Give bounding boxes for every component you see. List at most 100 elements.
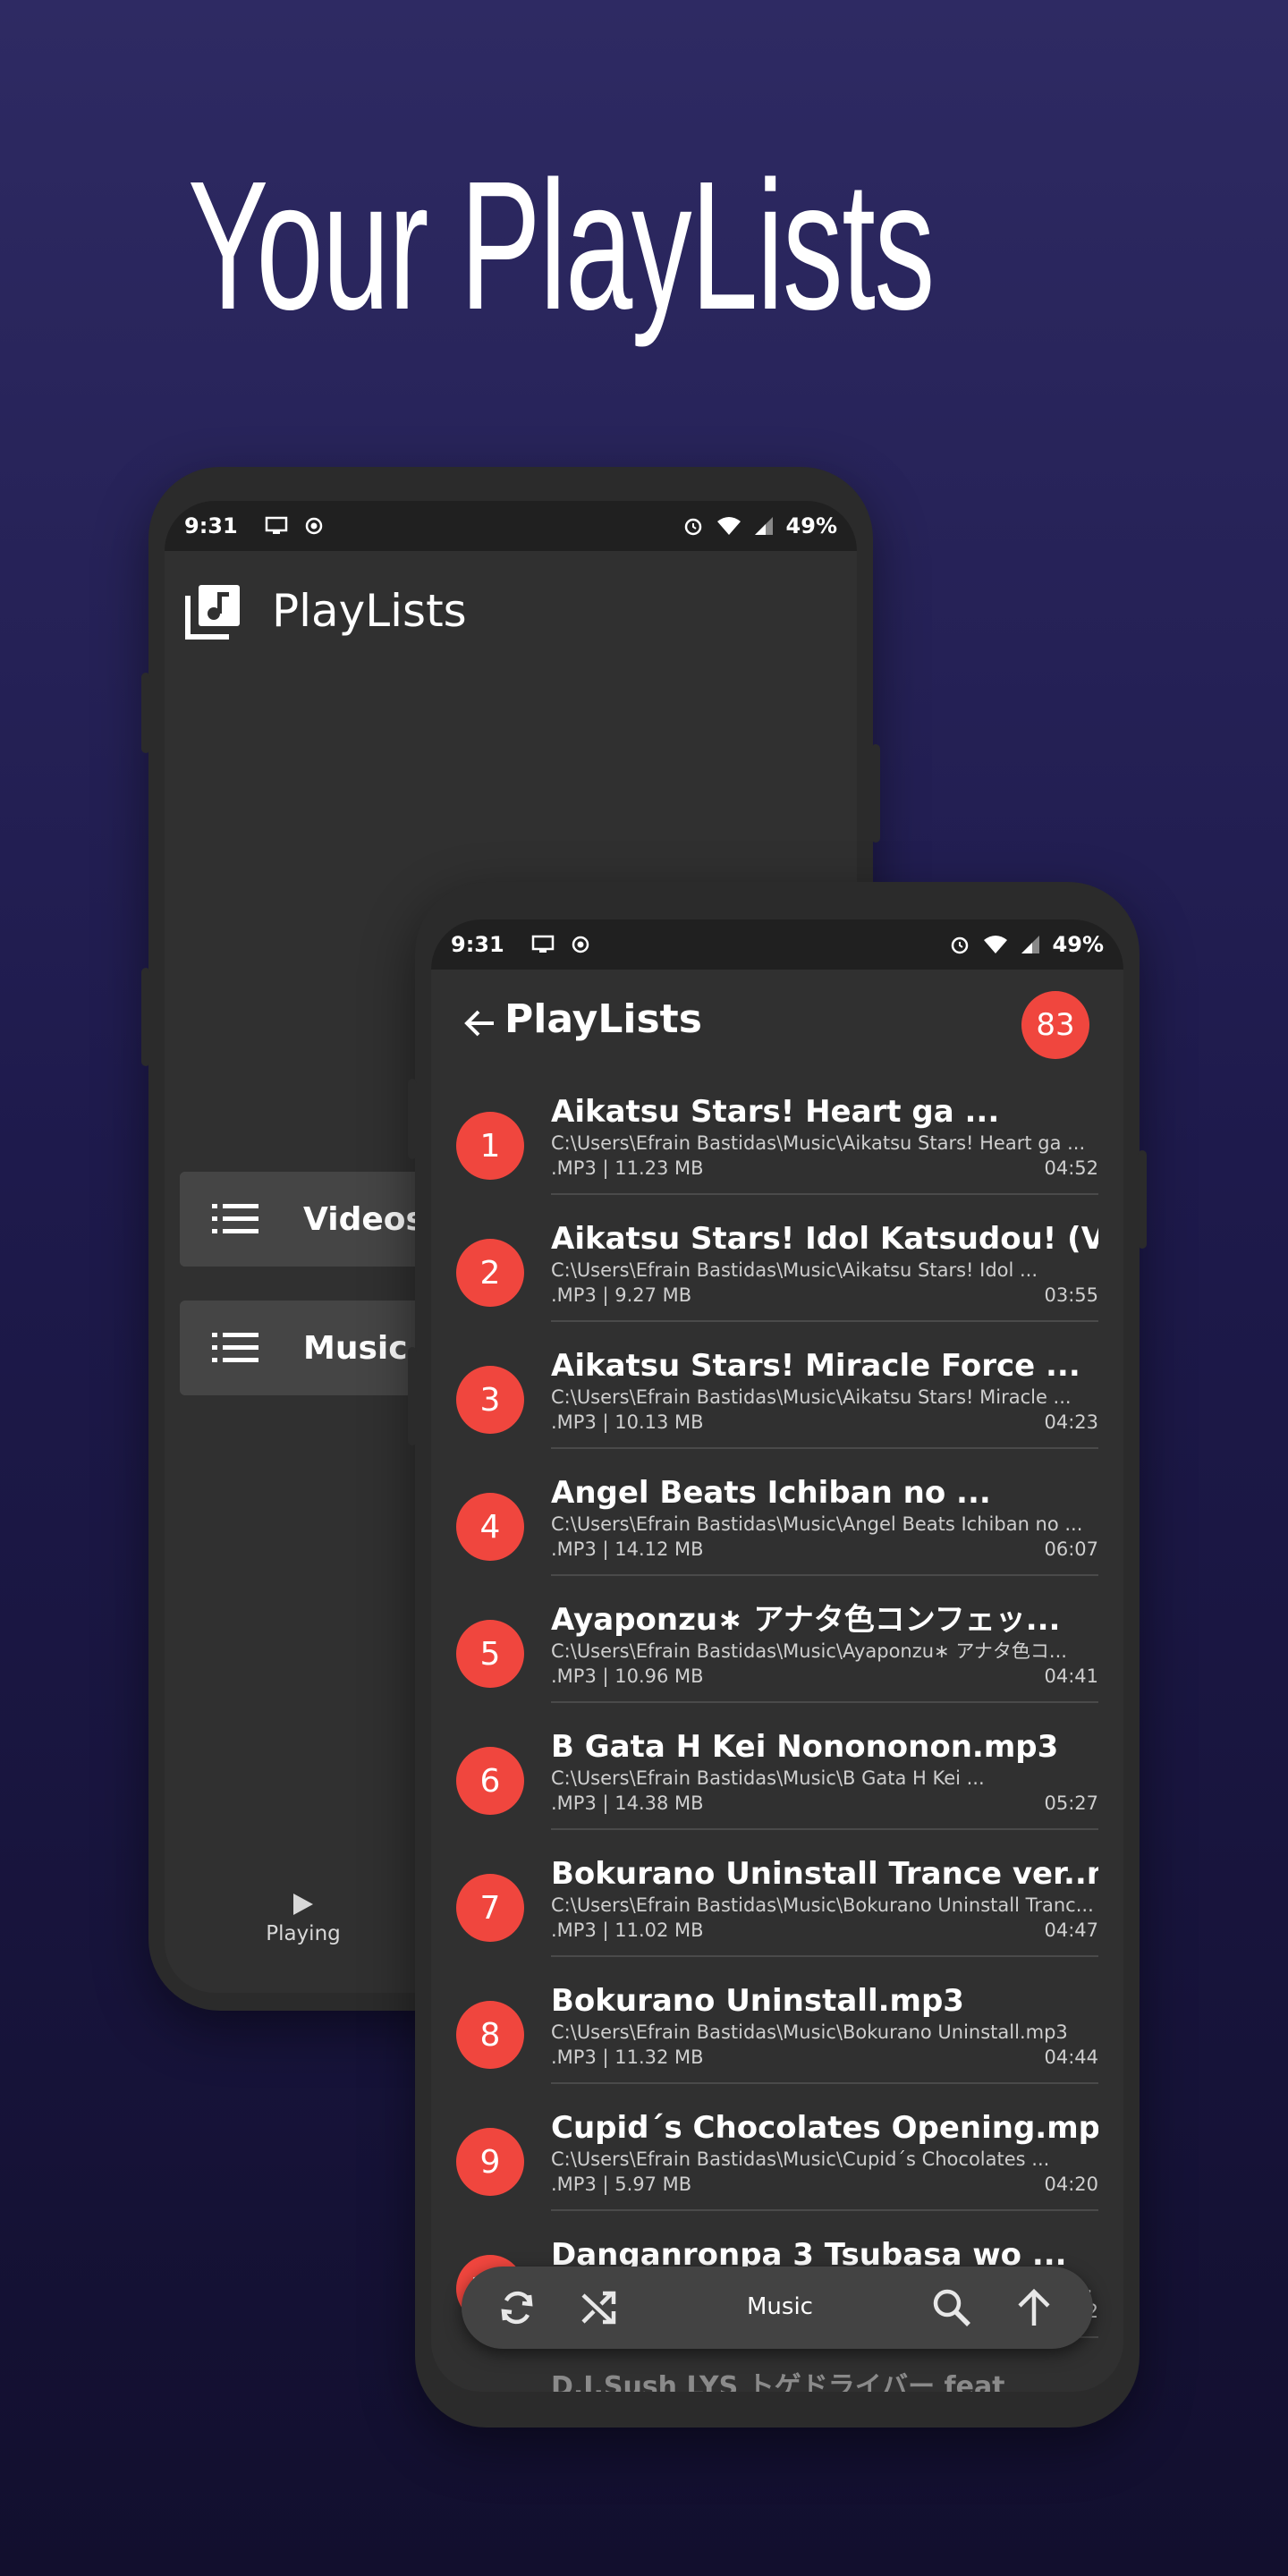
- track-row[interactable]: 2 Aikatsu Stars! Idol Katsudou! (Ver...C:…: [431, 1208, 1123, 1335]
- track-info: B Gata H Kei Nonononon.mp3 C:\Users\Efrai…: [551, 1728, 1098, 1830]
- phone-side-button: [141, 968, 150, 1066]
- page-headline: Your PlayLists: [188, 143, 935, 348]
- track-title: Cupid´s Chocolates Opening.mp3: [551, 2110, 1098, 2146]
- signal-icon: [754, 517, 773, 535]
- track-row[interactable]: 9 Cupid´s Chocolates Opening.mp3 C:\Users\…: [431, 2097, 1123, 2224]
- track-duration: 04:47: [1044, 1919, 1098, 1941]
- list-icon: [212, 1333, 258, 1362]
- bottom-nav-playing[interactable]: Playing: [236, 1892, 370, 1945]
- track-title: Aikatsu Stars! Idol Katsudou! (Ver...: [551, 1221, 1098, 1257]
- track-title: B Gata H Kei Nonononon.mp3: [551, 1729, 1059, 1765]
- track-meta: .MP3 | 11.23 MB 04:52: [551, 1156, 1098, 1181]
- repeat-icon[interactable]: [494, 2284, 540, 2331]
- phone-side-button: [408, 1079, 417, 1159]
- phone-side-button: [871, 744, 880, 843]
- track-path: C:\Users\Efrain Bastidas\Music\B Gata H …: [551, 1767, 985, 1789]
- track-duration: 04:41: [1044, 1665, 1098, 1687]
- track-format-size: .MP3 | 14.38 MB: [551, 1792, 704, 1814]
- search-icon[interactable]: [928, 2284, 975, 2331]
- player-control-bar: Music: [462, 2267, 1093, 2349]
- track-duration: 05:27: [1044, 1792, 1098, 1814]
- track-format-size: .MP3 | 11.32 MB: [551, 2046, 704, 2068]
- play-icon: [293, 1894, 313, 1915]
- track-info: Aikatsu Stars! Miracle Force ... C:\Users…: [551, 1347, 1098, 1449]
- track-meta: .MP3 | 10.96 MB 04:41: [551, 1664, 1098, 1689]
- track-path: C:\Users\Efrain Bastidas\Music\Aikatsu S…: [551, 1132, 1086, 1154]
- record-icon: [305, 517, 322, 535]
- track-format-size: .MP3 | 11.02 MB: [551, 1919, 704, 1941]
- track-info: Aikatsu Stars! Heart ga ... C:\Users\Efra…: [551, 1093, 1098, 1195]
- track-path: C:\Users\Efrain Bastidas\Music\Bokurano …: [551, 1894, 1094, 1916]
- track-row[interactable]: 8 Bokurano Uninstall.mp3 C:\Users\Efrain B…: [431, 1970, 1123, 2097]
- track-row[interactable]: 1 Aikatsu Stars! Heart ga ... C:\Users\Efr…: [431, 1080, 1123, 1208]
- track-row[interactable]: 5 Ayaponzu∗ アナタ色コンフェッ... C:\Users\Efrain B…: [431, 1589, 1123, 1716]
- record-icon: [572, 936, 589, 953]
- track-path: C:\Users\Efrain Bastidas\Music\Cupid´s C…: [551, 2148, 1050, 2170]
- track-title: Angel Beats Ichiban no ...: [551, 1475, 991, 1511]
- status-bar: 9:31 49%: [165, 501, 857, 551]
- track-title: Bokurano Uninstall Trance ver..mp3: [551, 1856, 1098, 1892]
- app-header: PlayLists 83: [431, 970, 1123, 1080]
- track-number-badge: 4: [456, 1493, 524, 1561]
- phone-side-button: [1138, 1150, 1147, 1249]
- alarm-icon: [684, 518, 701, 536]
- track-row[interactable]: 3 Aikatsu Stars! Miracle Force ... C:\User…: [431, 1335, 1123, 1462]
- track-duration: 06:07: [1044, 1538, 1098, 1560]
- track-info: Bokurano Uninstall.mp3 C:\Users\Efrain Ba…: [551, 1982, 1098, 2084]
- track-number-badge: 7: [456, 1874, 524, 1942]
- alarm-icon: [951, 936, 968, 954]
- track-info: Cupid´s Chocolates Opening.mp3 C:\Users\E…: [551, 2109, 1098, 2211]
- track-number-badge: 8: [456, 2001, 524, 2069]
- shuffle-icon[interactable]: [576, 2284, 623, 2331]
- track-path: C:\Users\Efrain Bastidas\Music\Aikatsu S…: [551, 1386, 1072, 1408]
- track-title: Bokurano Uninstall.mp3: [551, 1983, 964, 2019]
- track-path: C:\Users\Efrain Bastidas\Music\Bokurano …: [551, 2021, 1068, 2043]
- track-meta: .MP3 | 11.02 MB 04:47: [551, 1918, 1098, 1943]
- front-phone-screen: 9:31 49% PlayLists 83 1 Aikatsu Stars! He…: [431, 919, 1123, 2392]
- track-info: Bokurano Uninstall Trance ver..mp3C:\Use…: [551, 1855, 1098, 1957]
- arrow-up-icon[interactable]: [1011, 2284, 1057, 2331]
- wifi-icon: [716, 517, 741, 535]
- track-format-size: .MP3 | 10.13 MB: [551, 1411, 704, 1433]
- track-meta: .MP3 | 10.13 MB 04:23: [551, 1410, 1098, 1435]
- back-arrow-icon[interactable]: [463, 1007, 496, 1039]
- track-info: Angel Beats Ichiban no ... C:\Users\Efrai…: [551, 1474, 1098, 1576]
- track-format-size: .MP3 | 14.12 MB: [551, 1538, 704, 1560]
- track-duration: 04:52: [1044, 1157, 1098, 1179]
- phone-side-button: [408, 1347, 417, 1445]
- track-format-size: .MP3 | 11.23 MB: [551, 1157, 704, 1179]
- cast-icon: [265, 516, 287, 534]
- track-title: Aikatsu Stars! Miracle Force ...: [551, 1348, 1080, 1384]
- track-path: C:\Users\Efrain Bastidas\Music\Aikatsu S…: [551, 1259, 1038, 1281]
- track-title: Ayaponzu∗ アナタ色コンフェッ...: [551, 1602, 1061, 1638]
- playlist-count-badge: 83: [1021, 991, 1089, 1059]
- battery-level: 49%: [1052, 932, 1104, 957]
- battery-level: 49%: [785, 513, 837, 538]
- track-meta: .MP3 | 11.32 MB 04:44: [551, 2045, 1098, 2070]
- control-bar-label: Music: [747, 2293, 813, 2320]
- page-title: PlayLists: [272, 585, 467, 637]
- track-number-badge: 5: [456, 1620, 524, 1688]
- track-row[interactable]: 6 B Gata H Kei Nonononon.mp3 C:\Users\Efra…: [431, 1716, 1123, 1843]
- track-row[interactable]: 4 Angel Beats Ichiban no ... C:\Users\Efra…: [431, 1462, 1123, 1589]
- status-time: 9:31: [184, 513, 238, 538]
- cast-icon: [531, 935, 554, 953]
- status-time: 9:31: [451, 932, 504, 957]
- track-title: Aikatsu Stars! Heart ga ...: [551, 1094, 1000, 1130]
- track-row[interactable]: 7 Bokurano Uninstall Trance ver..mp3C:\Us…: [431, 1843, 1123, 1970]
- track-path: C:\Users\Efrain Bastidas\Music\Angel Bea…: [551, 1513, 1083, 1535]
- playlist-label: Music: [303, 1329, 408, 1367]
- track-duration: 04:20: [1044, 2174, 1098, 2195]
- playlist-music-icon: [185, 585, 240, 640]
- track-info: Ayaponzu∗ アナタ色コンフェッ... C:\Users\Efrain Ba…: [551, 1601, 1098, 1703]
- list-icon: [212, 1204, 258, 1233]
- track-duration: 04:44: [1044, 2046, 1098, 2068]
- track-format-size: .MP3 | 9.27 MB: [551, 1284, 692, 1306]
- track-meta: .MP3 | 14.38 MB 05:27: [551, 1791, 1098, 1816]
- app-header: PlayLists: [184, 581, 467, 640]
- status-bar: 9:31 49%: [431, 919, 1123, 970]
- list-item-partial: D.I.Sush LYS トゲドライバー feat: [551, 2371, 1005, 2392]
- track-number-badge: 6: [456, 1747, 524, 1815]
- track-format-size: .MP3 | 10.96 MB: [551, 1665, 704, 1687]
- track-number-badge: 9: [456, 2128, 524, 2196]
